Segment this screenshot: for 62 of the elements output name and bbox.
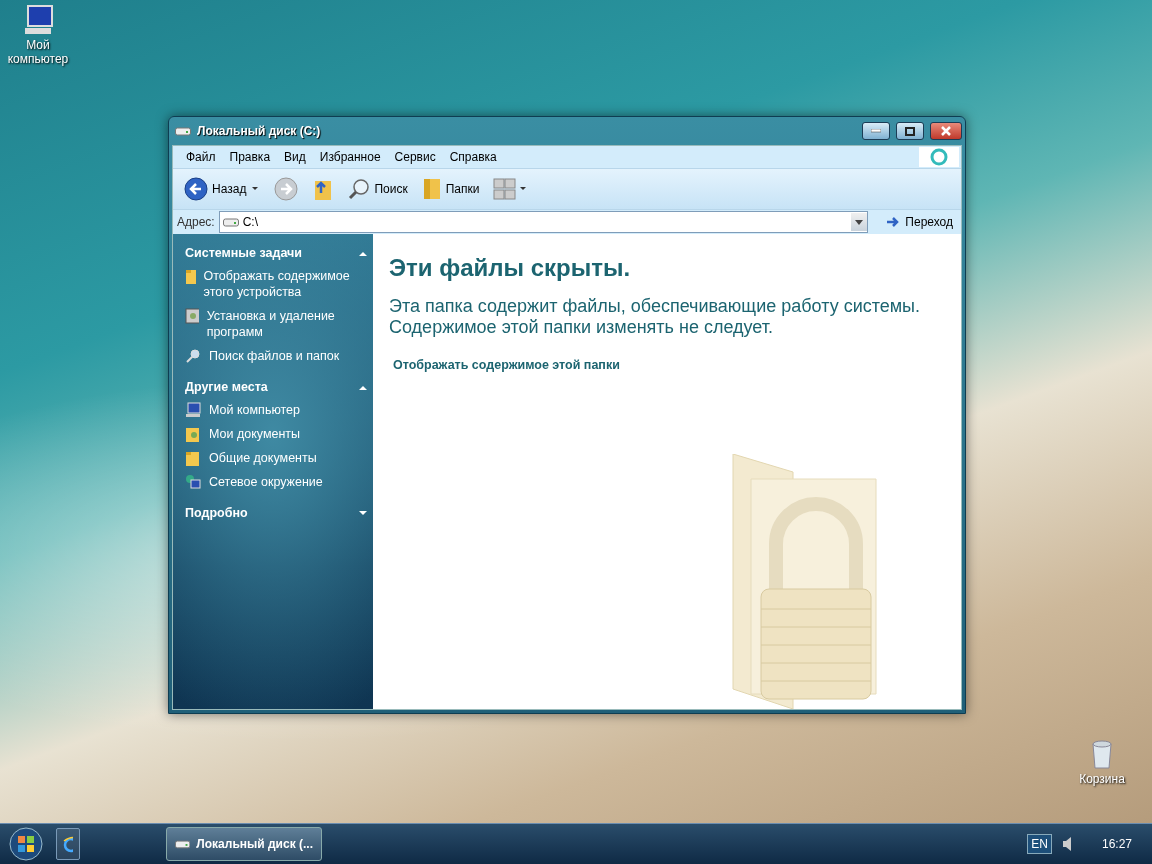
ring-logo-icon <box>930 148 948 166</box>
search-icon <box>348 178 371 200</box>
menu-item[interactable]: Справка <box>442 150 504 164</box>
desktop-icon-label: Корзина <box>1079 772 1125 786</box>
caret-icon <box>855 219 864 225</box>
clock: 16:27 <box>1101 836 1132 851</box>
address-label: Адрес: <box>177 215 215 229</box>
show-contents-link[interactable]: Отображать содержимое этой папки <box>393 358 620 372</box>
dropdown-button[interactable] <box>851 213 868 231</box>
minimize-button[interactable] <box>862 122 890 140</box>
computer-icon <box>185 402 201 418</box>
close-button[interactable] <box>930 122 962 140</box>
search-icon <box>185 348 201 364</box>
views-icon <box>493 178 528 200</box>
task-link[interactable]: Мой компьютер <box>185 402 367 418</box>
maximize-icon <box>905 126 915 136</box>
task-link[interactable]: Сетевое окружение <box>185 474 367 490</box>
menu-item[interactable]: Файл <box>179 150 223 164</box>
section-header[interactable]: Другие места <box>185 380 367 394</box>
desktop-icon[interactable]: Мой компьютер <box>0 4 76 66</box>
windows-logo-icon <box>9 827 43 861</box>
maximize-button[interactable] <box>896 122 924 140</box>
caret-icon <box>250 186 261 192</box>
arrow-icon <box>886 216 901 228</box>
programs-icon <box>185 308 199 324</box>
menu-item[interactable]: Избранное <box>312 150 388 164</box>
taskbar-button[interactable]: Локальный диск (... <box>166 827 322 861</box>
section-header[interactable]: Системные задачи <box>185 246 367 260</box>
section-header[interactable]: Подробно <box>185 506 367 520</box>
heading: Эти файлы скрыты. <box>389 254 632 282</box>
minimize-icon <box>871 129 881 133</box>
language-indicator[interactable]: EN <box>1027 834 1052 854</box>
task-link[interactable]: Поиск файлов и папок <box>185 348 367 364</box>
start-button[interactable] <box>6 825 46 863</box>
browser-icon <box>63 835 73 853</box>
network-icon <box>185 474 201 490</box>
search-button[interactable]: Поиск <box>345 176 411 202</box>
menu-item[interactable]: Правка <box>222 150 278 164</box>
drive-icon <box>222 217 239 227</box>
task-link[interactable]: Мои документы <box>185 426 367 442</box>
folder-icon <box>421 177 442 201</box>
folder-icon <box>185 450 201 466</box>
info-text: Эта папка содержит файлы, обеспечивающие работу системы. Содержимое этой папки изменять не следует. <box>389 296 922 338</box>
drive-icon <box>175 126 191 136</box>
task-link[interactable]: Установка и удаление программ <box>185 308 367 340</box>
desktop-icon-label: Мой компьютер <box>6 38 70 66</box>
documents-icon <box>185 426 201 442</box>
back-button[interactable]: Назад <box>181 175 264 203</box>
browser-launch-button[interactable] <box>56 828 80 860</box>
speaker-icon[interactable] <box>1061 836 1072 852</box>
menu-item[interactable]: Вид <box>277 150 313 164</box>
address-field[interactable]: C:\ <box>218 211 869 233</box>
close-icon <box>941 126 951 136</box>
drive-icon <box>175 839 191 849</box>
window-title: Локальный диск (C:) <box>197 124 322 138</box>
task-link[interactable]: Отображать содержимое этого устройства <box>185 268 367 300</box>
task-link[interactable]: Общие документы <box>185 450 367 466</box>
go-button[interactable]: Переход <box>872 215 957 229</box>
folders-button[interactable]: Папки <box>418 175 483 203</box>
menu-item[interactable]: Сервис <box>387 150 443 164</box>
computer-icon <box>22 4 54 36</box>
folder-icon <box>185 268 196 284</box>
